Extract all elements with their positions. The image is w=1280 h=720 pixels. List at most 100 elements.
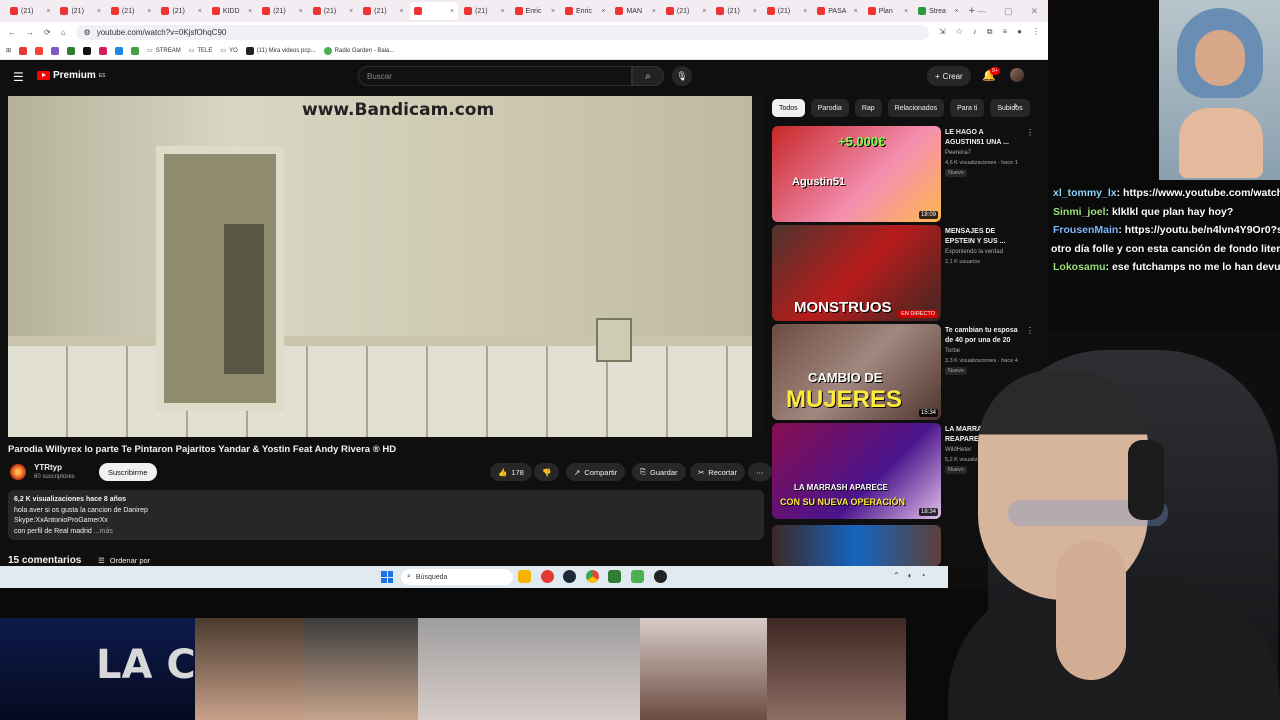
more-actions-button[interactable]: ⋯ [748,463,772,481]
tab-close-icon[interactable]: × [400,8,404,15]
apps-icon[interactable]: ⊞ [6,47,11,54]
tab-close-icon[interactable]: × [854,8,858,15]
chip-todos[interactable]: Todos [772,99,805,117]
browser-tab[interactable]: MAN × [611,2,659,20]
tab-close-icon[interactable]: × [955,8,959,15]
extensions-icon[interactable]: ⧉ [987,27,993,37]
search-input[interactable]: Buscar [358,66,632,86]
tab-close-icon[interactable]: × [500,8,504,15]
browser-tab[interactable]: (21) × [309,2,357,20]
file-explorer-icon[interactable] [518,570,531,583]
browser-tab[interactable]: (21) × [359,2,407,20]
tab-close-icon[interactable]: × [450,8,454,15]
profile-icon[interactable]: ● [1017,27,1022,37]
browser-tab[interactable]: PASA × [813,2,861,20]
search-button[interactable]: ⌕ [632,66,664,86]
browser-tab[interactable]: (21) × [107,2,155,20]
obs-icon[interactable] [631,570,644,583]
bookmark-folder-stream[interactable]: ▭ STREAM [147,47,181,55]
media-player-icon[interactable] [541,570,554,583]
bookmark-icon[interactable] [99,46,108,55]
tab-close-icon[interactable]: × [46,8,50,15]
tab-close-icon[interactable]: × [904,8,908,15]
account-avatar[interactable] [1010,68,1024,82]
tray-icon[interactable]: ◐ [908,571,913,580]
browser-tab[interactable]: (21) × [6,2,54,20]
video-player[interactable]: www.Bandicam.com [8,96,764,437]
like-button[interactable]: 👍 178 [490,463,532,481]
chrome-icon[interactable] [586,570,599,583]
sort-button[interactable]: ☰ Ordenar por [98,556,150,565]
youtube-logo[interactable]: Premium ES [37,70,105,81]
create-button[interactable]: + Crear [927,66,971,86]
chip-subidos[interactable]: Subidos [990,99,1030,117]
channel-name[interactable]: YTRtyp [34,463,62,472]
subscribe-button[interactable]: Suscribirme [99,463,157,481]
share-button[interactable]: ↗ Compartir [566,463,626,481]
hamburger-menu-icon[interactable]: ☰ [13,70,24,84]
twitch-bookmark-icon[interactable] [51,46,60,55]
menu-icon[interactable]: ⋮ [1032,27,1040,37]
tab-close-icon[interactable]: × [702,8,706,15]
chip-relacionados[interactable]: Relacionados [887,99,945,117]
chevron-up-icon[interactable]: ⌃ [893,571,900,580]
recommendation-thumbnail[interactable]: MONSTRUOS EN DIRECTO [772,225,941,321]
browser-tab[interactable]: Strea × [914,2,962,20]
recommendation-thumbnail[interactable] [772,525,941,566]
bookmark-icon[interactable] [131,46,140,55]
recommendation-thumbnail[interactable]: +5.000€ Agustin51 18:09 [772,126,941,222]
chip-parodia[interactable]: Parodia [810,99,849,117]
bookmark-folder-yo[interactable]: ▭ YO [220,47,237,55]
kick-bookmark-icon[interactable] [67,46,76,55]
tab-close-icon[interactable]: × [803,8,807,15]
more-vert-icon[interactable]: ⋮ [1026,128,1034,137]
minimize-icon[interactable]: — [977,6,986,17]
tab-close-icon[interactable]: × [147,8,151,15]
tab-close-icon[interactable]: × [601,8,605,15]
forward-icon[interactable]: → [26,28,34,37]
recommendation-thumbnail[interactable]: CAMBIO DE MUJERES 15:34 [772,324,941,420]
tab-close-icon[interactable]: × [97,8,101,15]
maximize-icon[interactable]: ▢ [1004,6,1013,17]
bookmark-folder-tele[interactable]: ▭ TELE [189,47,213,55]
browser-tab[interactable]: (21) × [157,2,205,20]
site-info-icon[interactable]: ⚙ [84,28,91,37]
app-icon[interactable] [654,570,667,583]
kick-icon[interactable] [608,570,621,583]
tab-close-icon[interactable]: × [349,8,353,15]
star-icon[interactable]: ☆ [956,27,963,37]
back-icon[interactable]: ← [8,28,16,37]
windows-start-icon[interactable] [381,571,393,583]
bookmark-icon[interactable] [115,46,124,55]
x-bookmark-icon[interactable] [83,46,92,55]
browser-tab[interactable]: × [409,2,459,20]
bookmark-icon[interactable] [19,46,28,55]
chip-rap[interactable]: Rap [854,99,882,117]
close-icon[interactable]: ✕ [1031,6,1039,17]
youtube-bookmark-icon[interactable] [35,46,44,55]
description-box[interactable]: 6,2 K visualizaciones hace 8 años hola a… [8,490,764,540]
browser-tab[interactable]: (21) × [763,2,811,20]
voice-search-button[interactable]: 🎙 [672,66,692,86]
steam-icon[interactable] [563,570,576,583]
chevron-right-icon[interactable]: › [1014,100,1017,111]
home-icon[interactable]: ⌂ [61,28,66,37]
browser-tab[interactable]: Enric × [561,2,609,20]
bookmark-radio-garden[interactable]: Radio Garden - Bala... [323,46,394,55]
recommendation-thumbnail[interactable]: LA MARRASH APARECE CON SU NUEVA OPERACIÓ… [772,423,941,519]
browser-tab[interactable]: KIDD × [208,2,256,20]
browser-tab[interactable]: (21) × [258,2,306,20]
tab-close-icon[interactable]: × [198,8,202,15]
clip-button[interactable]: ✂ Recortar [690,463,746,481]
chip-para-ti[interactable]: Para ti [950,99,985,117]
show-more-link[interactable]: ...más [94,528,113,535]
browser-tab[interactable]: Plan × [864,2,912,20]
playlist-icon[interactable]: ≡ [1002,27,1007,37]
save-button[interactable]: ⎘ Guardar [632,463,686,481]
tab-close-icon[interactable]: × [652,8,656,15]
browser-tab[interactable]: (21) × [712,2,760,20]
url-field[interactable]: ⚙ youtube.com/watch?v=0KjsfOhqC90 [75,24,929,40]
tab-close-icon[interactable]: × [551,8,555,15]
dislike-button[interactable]: 👎 [534,463,560,481]
tab-close-icon[interactable]: × [299,8,303,15]
